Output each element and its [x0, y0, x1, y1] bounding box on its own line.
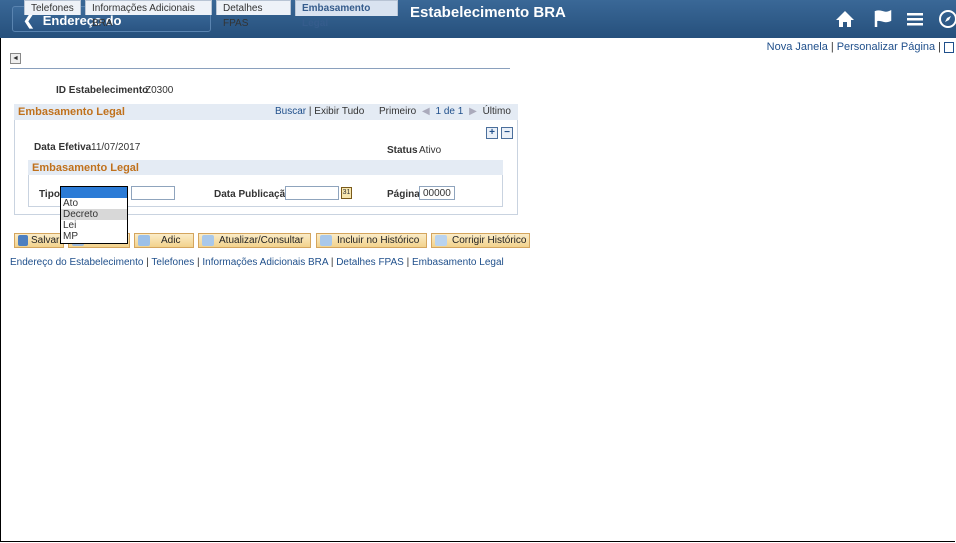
dropdown-option[interactable]: Ato — [61, 198, 127, 209]
dropdown-option[interactable]: Lei — [61, 220, 127, 231]
page-input[interactable]: 00000 — [419, 186, 455, 200]
new-window-link[interactable]: Nova Janela — [767, 41, 828, 53]
menu-icon[interactable] — [905, 9, 927, 29]
tab-embasamento-legal[interactable]: Embasamento Legal — [295, 0, 398, 29]
status-value: Ativo — [419, 145, 442, 156]
type-dropdown[interactable]: Ato Decreto Lei MP — [60, 186, 128, 244]
legal-link[interactable]: Embasamento Legal — [412, 257, 504, 268]
page-border — [0, 0, 955, 542]
address-link[interactable]: Endereço do Estabelecimento — [10, 257, 143, 268]
first-link[interactable]: Primeiro — [379, 106, 416, 117]
tab-informacoes-adicionais[interactable]: Informações Adicionais BRA — [85, 0, 212, 29]
tab-scroll-left-icon[interactable]: ◄ — [10, 53, 21, 64]
info-link[interactable]: Informações Adicionais BRA — [202, 257, 328, 268]
save-button-label: Salvar — [31, 235, 60, 246]
include-history-label: Incluir no Histórico — [337, 235, 420, 246]
add-row-icon[interactable]: + — [486, 127, 498, 139]
status-label: Status — [387, 145, 418, 156]
page-title: Estabelecimento BRA — [410, 4, 566, 21]
type-label: Tipo — [39, 189, 60, 200]
grid-actions: Buscar | Exibir Tudo — [275, 106, 365, 117]
update-display-button[interactable]: Atualizar/Consultar — [198, 233, 311, 248]
personalize-page-link[interactable]: Personalizar Página — [837, 41, 935, 53]
search-link[interactable]: Buscar — [275, 106, 306, 117]
add-button[interactable]: Adic — [134, 233, 194, 248]
grid-pagination: Primeiro ◀ 1 de 1 ▶ Último — [379, 106, 511, 117]
flag-icon[interactable] — [873, 9, 895, 29]
pub-date-input[interactable] — [285, 186, 339, 200]
save-button[interactable]: Salvar — [14, 233, 64, 248]
correct-history-label: Corrigir Histórico — [452, 235, 527, 246]
include-history-icon — [320, 235, 332, 246]
tab-detalhes-fpas[interactable]: Detalhes FPAS — [216, 0, 291, 29]
save-icon — [18, 235, 28, 246]
effective-date-label: Data Efetiva — [34, 142, 92, 153]
add-icon — [138, 235, 150, 246]
last-link[interactable]: Último — [483, 106, 511, 117]
home-icon[interactable] — [835, 9, 857, 29]
id-value: Z0300 — [145, 85, 174, 96]
show-all-link[interactable]: Exibir Tudo — [314, 106, 364, 117]
dropdown-option[interactable]: Decreto — [61, 209, 127, 220]
update-icon — [202, 235, 214, 246]
correct-history-button[interactable]: Corrigir Histórico — [431, 233, 530, 248]
grid-title: Embasamento Legal — [18, 106, 125, 118]
add-button-label: Adic — [161, 235, 181, 246]
tab-divider — [10, 68, 510, 69]
dropdown-option[interactable]: MP — [61, 231, 127, 242]
inner-title: Embasamento Legal — [32, 162, 139, 174]
page-label: Página — [387, 189, 420, 200]
pub-date-label: Data Publicação — [214, 189, 292, 200]
effective-date-value: 11/07/2017 — [91, 142, 141, 153]
include-history-button[interactable]: Incluir no Histórico — [316, 233, 427, 248]
calendar-icon[interactable]: 31 — [341, 187, 352, 199]
id-label: ID Estabelecimento — [56, 85, 149, 96]
fpas-link[interactable]: Detalhes FPAS — [336, 257, 404, 268]
navbar-icon[interactable] — [938, 9, 956, 29]
delete-row-icon[interactable]: − — [501, 127, 513, 139]
bottom-links: Endereço do Estabelecimento | Telefones … — [10, 257, 504, 268]
top-links: Nova Janela | Personalizar Página | — [767, 41, 954, 53]
grid-icon[interactable] — [944, 41, 954, 53]
next-icon[interactable]: ▶ — [469, 106, 477, 117]
type-secondary-input[interactable] — [131, 186, 175, 200]
tab-telefones[interactable]: Telefones — [24, 0, 81, 15]
correct-history-icon — [435, 235, 447, 246]
update-button-label: Atualizar/Consultar — [219, 235, 304, 246]
phones-link[interactable]: Telefones — [151, 257, 194, 268]
page-counter: 1 de 1 — [435, 106, 464, 117]
dropdown-option[interactable] — [61, 187, 127, 198]
prev-icon[interactable]: ◀ — [422, 106, 430, 117]
